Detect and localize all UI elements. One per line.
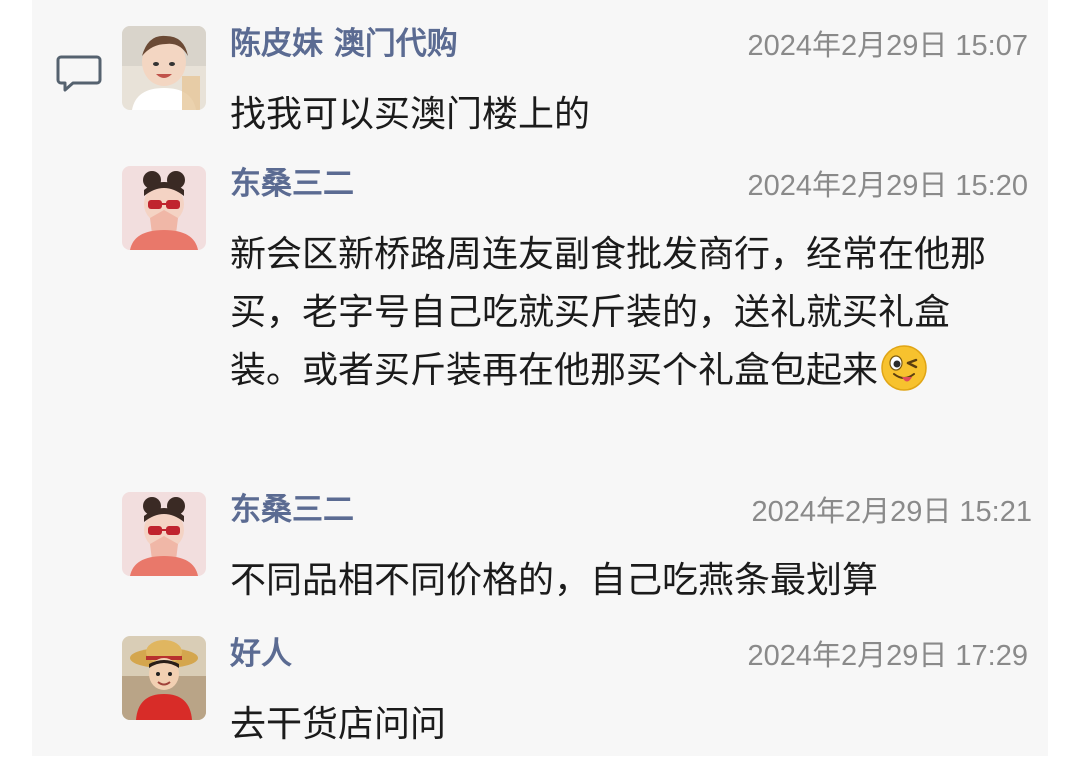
comment-timestamp: 2024年2月29日 15:07 [747,30,1028,62]
comment-item: 东桑三二 2024年2月29日 15:20 新会区新桥路周连友副食批发商行，经常… [122,166,1028,466]
comment-text: 新会区新桥路周连友副食批发商行，经常在他那买，老字号自己吃就买斤装的，送礼就买礼… [230,226,1000,400]
commenter-name[interactable]: 好人 [230,636,292,672]
comment-item: 好人 2024年2月29日 17:29 去干货店问问 [122,636,1028,745]
comment-item: 陈皮妹 澳门代购 2024年2月29日 15:07 找我可以买澳门楼上的 [122,26,1028,135]
commenter-name[interactable]: 东桑三二 [230,166,354,202]
commenter-name[interactable]: 东桑三二 [230,492,354,528]
avatar[interactable] [122,166,206,250]
avatar[interactable] [122,26,206,110]
comment-item: 东桑三二 2024年2月29日 15:21 不同品相不同价格的，自己吃燕条最划算 [122,492,1032,601]
comment-timestamp: 2024年2月29日 15:21 [751,496,1032,528]
comment-bubble-icon[interactable] [56,54,102,94]
commenter-name[interactable]: 陈皮妹 澳门代购 [230,26,458,62]
comment-timestamp: 2024年2月29日 17:29 [747,640,1028,672]
avatar[interactable] [122,636,206,720]
comment-text: 不同品相不同价格的，自己吃燕条最划算 [230,560,879,601]
comment-text: 找我可以买澳门楼上的 [230,94,591,135]
winking-tongue-emoji [881,345,927,391]
comment-timestamp: 2024年2月29日 15:20 [747,170,1028,202]
avatar[interactable] [122,492,206,576]
comment-text: 去干货店问问 [230,704,447,745]
comment-text-content: 新会区新桥路周连友副食批发商行，经常在他那买，老字号自己吃就买斤装的，送礼就买礼… [230,234,987,391]
